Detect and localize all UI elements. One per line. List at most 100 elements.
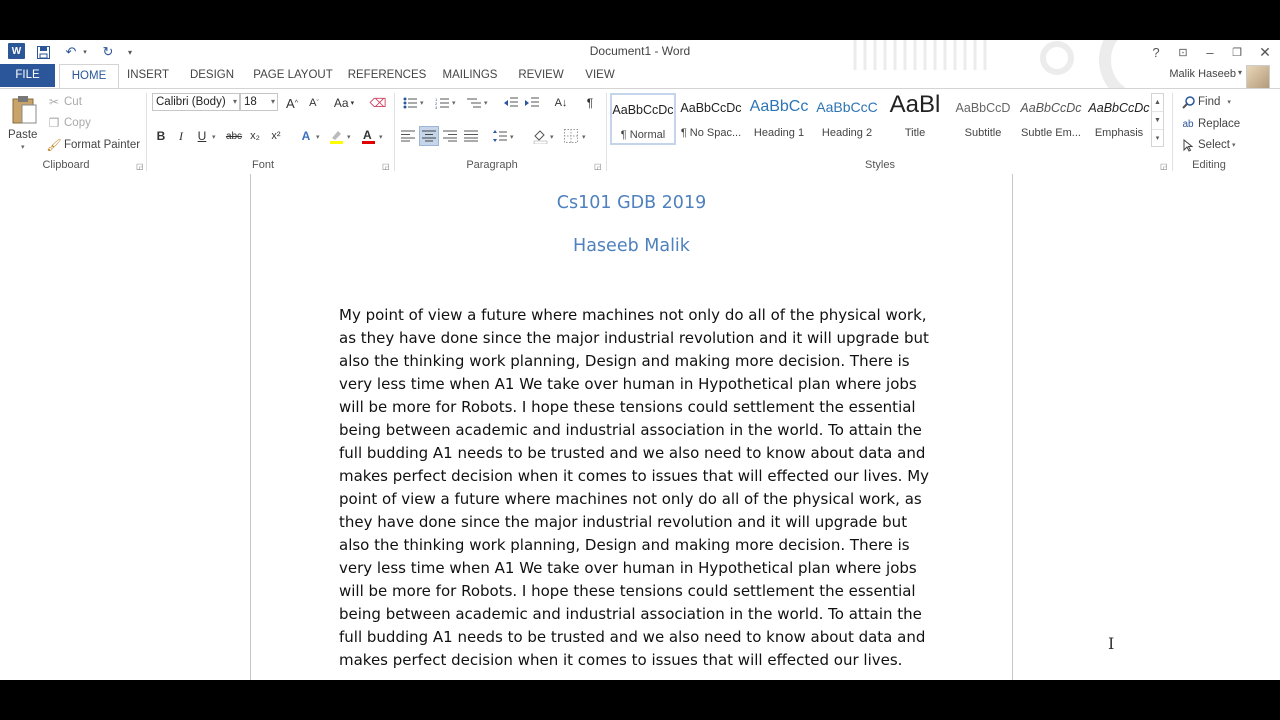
tab-insert[interactable]: INSERT	[122, 64, 174, 87]
style-name: Subtitle	[964, 127, 1002, 139]
save-icon[interactable]	[34, 43, 52, 61]
cut-button[interactable]: ✂ Cut	[46, 94, 82, 110]
document-page[interactable]: Cs101 GDB 2019 Haseeb Malik My point of …	[250, 174, 1013, 680]
select-button[interactable]: Select ▾	[1180, 137, 1235, 153]
more-styles-icon[interactable]: ▾	[1152, 130, 1163, 147]
decrease-indent-icon[interactable]	[501, 93, 521, 113]
tab-mailings[interactable]: MAILINGS	[437, 64, 503, 87]
format-painter-button[interactable]: 🖌 Format Painter	[46, 137, 140, 153]
tab-file[interactable]: FILE	[0, 64, 55, 87]
chevron-down-icon[interactable]: ▾	[1238, 68, 1242, 77]
font-name-combo[interactable]: Calibri (Body) ▾	[152, 93, 240, 111]
style-emphasis[interactable]: AaBbCcDc Emphasis	[1086, 93, 1152, 145]
borders-icon[interactable]	[561, 126, 581, 146]
tab-page-layout[interactable]: PAGE LAYOUT	[250, 64, 336, 87]
chevron-down-icon[interactable]: ▾	[379, 133, 383, 141]
shading-icon[interactable]	[530, 126, 550, 146]
format-painter-label: Format Painter	[64, 139, 141, 151]
styles-scroll[interactable]: ▲ ▼ ▾	[1151, 93, 1164, 147]
align-center-icon[interactable]	[419, 126, 439, 146]
style-title[interactable]: AaBl Title	[882, 91, 948, 145]
chevron-down-icon[interactable]: ▾	[420, 99, 424, 107]
customize-qat-icon[interactable]: ▾	[124, 43, 136, 61]
underline-button[interactable]: U	[192, 126, 212, 146]
chevron-down-icon: ▾	[21, 144, 25, 151]
replace-button[interactable]: ab Replace	[1180, 116, 1240, 132]
chevron-down-icon[interactable]: ▼	[1152, 112, 1163, 130]
chevron-up-icon[interactable]: ▲	[1152, 94, 1163, 112]
style-normal[interactable]: AaBbCcDc ¶ Normal	[610, 93, 676, 145]
font-launcher-icon[interactable]: ◲	[382, 162, 390, 171]
strikethrough-button[interactable]: abc	[224, 126, 244, 146]
chevron-down-icon[interactable]: ▾	[484, 99, 488, 107]
style-heading-2[interactable]: AaBbCcC Heading 2	[814, 93, 880, 145]
redo-icon[interactable]: ↻	[99, 43, 117, 61]
tab-view[interactable]: VIEW	[580, 64, 620, 87]
undo-icon[interactable]: ↶	[62, 43, 80, 61]
clear-formatting-icon[interactable]: ⌫	[368, 93, 388, 113]
copy-button[interactable]: ❐ Copy	[46, 115, 91, 131]
document-author: Haseeb Malik	[573, 236, 690, 256]
superscript-button[interactable]: x²	[266, 126, 286, 146]
word-icon[interactable]: W	[8, 43, 25, 59]
style-subtitle[interactable]: AaBbCcD Subtitle	[950, 93, 1016, 145]
style-name: Heading 2	[821, 127, 873, 139]
change-case-button[interactable]: Aa ▾	[330, 93, 358, 113]
subscript-button[interactable]: x₂	[245, 126, 265, 146]
style-no-spacing[interactable]: AaBbCcDc ¶ No Spac...	[678, 93, 744, 145]
italic-button[interactable]: I	[171, 126, 191, 146]
minimize-icon[interactable]: –	[1199, 42, 1221, 62]
line-spacing-icon[interactable]	[490, 126, 510, 146]
chevron-down-icon[interactable]: ▾	[510, 133, 514, 141]
justify-icon[interactable]	[461, 126, 481, 146]
editing-group-label: Editing	[1192, 159, 1226, 171]
clipboard-launcher-icon[interactable]: ◲	[136, 162, 144, 171]
shrink-font-icon: A	[309, 97, 317, 109]
sort-icon[interactable]: A↓	[551, 93, 571, 113]
tab-design[interactable]: DESIGN	[184, 64, 240, 87]
chevron-down-icon[interactable]: ▾	[582, 133, 586, 141]
tab-references[interactable]: REFERENCES	[347, 64, 427, 87]
style-heading-1[interactable]: AaBbCc Heading 1	[746, 93, 812, 145]
grow-font-button[interactable]: A ^	[282, 93, 302, 113]
style-sample: AaBbCcDc	[612, 103, 674, 117]
user-name[interactable]: Malik Haseeb	[1169, 68, 1236, 80]
chevron-down-icon[interactable]: ▾	[452, 99, 456, 107]
align-right-icon[interactable]	[440, 126, 460, 146]
tab-review[interactable]: REVIEW	[513, 64, 569, 87]
cut-label: Cut	[64, 96, 82, 108]
shrink-font-button[interactable]: Aˇ	[304, 93, 324, 113]
group-divider	[394, 93, 395, 171]
avatar[interactable]	[1246, 65, 1270, 89]
align-left-icon[interactable]	[398, 126, 418, 146]
font-color-icon[interactable]: A	[358, 126, 378, 146]
font-group-label: Font	[251, 159, 274, 171]
close-icon[interactable]: ✕	[1254, 42, 1276, 62]
bold-button[interactable]: B	[151, 126, 171, 146]
style-subtle-emphasis[interactable]: AaBbCcDc Subtle Em...	[1018, 93, 1084, 145]
chevron-down-icon[interactable]: ▾	[316, 133, 320, 141]
paragraph-group-label: Paragraph	[466, 159, 518, 171]
replace-icon: ab	[1182, 118, 1194, 130]
find-button[interactable]: Find ▾	[1180, 94, 1231, 110]
undo-dropdown-icon[interactable]: ▾	[80, 43, 90, 61]
text-effects-icon[interactable]: A	[296, 126, 316, 146]
chevron-down-icon[interactable]: ▾	[347, 133, 351, 141]
numbering-icon[interactable]: 123	[432, 93, 452, 113]
document-body[interactable]: My point of view a future where machines…	[339, 304, 934, 672]
paragraph-launcher-icon[interactable]: ◲	[594, 162, 602, 171]
bullets-icon[interactable]	[400, 93, 420, 113]
font-size-combo[interactable]: 18 ▾	[240, 93, 278, 111]
highlight-icon[interactable]	[326, 126, 346, 146]
restore-icon[interactable]: ❐	[1226, 42, 1248, 62]
increase-indent-icon[interactable]	[522, 93, 542, 113]
chevron-down-icon[interactable]: ▾	[550, 133, 554, 141]
help-icon[interactable]: ?	[1145, 42, 1167, 62]
multilevel-list-icon[interactable]	[464, 93, 484, 113]
chevron-down-icon[interactable]: ▾	[212, 133, 216, 141]
paste-button[interactable]: Paste ▾	[6, 93, 42, 153]
tab-home[interactable]: HOME	[59, 64, 119, 89]
ribbon-display-icon[interactable]: ⊡	[1172, 42, 1194, 62]
show-formatting-button[interactable]: ¶	[580, 93, 600, 113]
styles-launcher-icon[interactable]: ◲	[1160, 162, 1168, 171]
